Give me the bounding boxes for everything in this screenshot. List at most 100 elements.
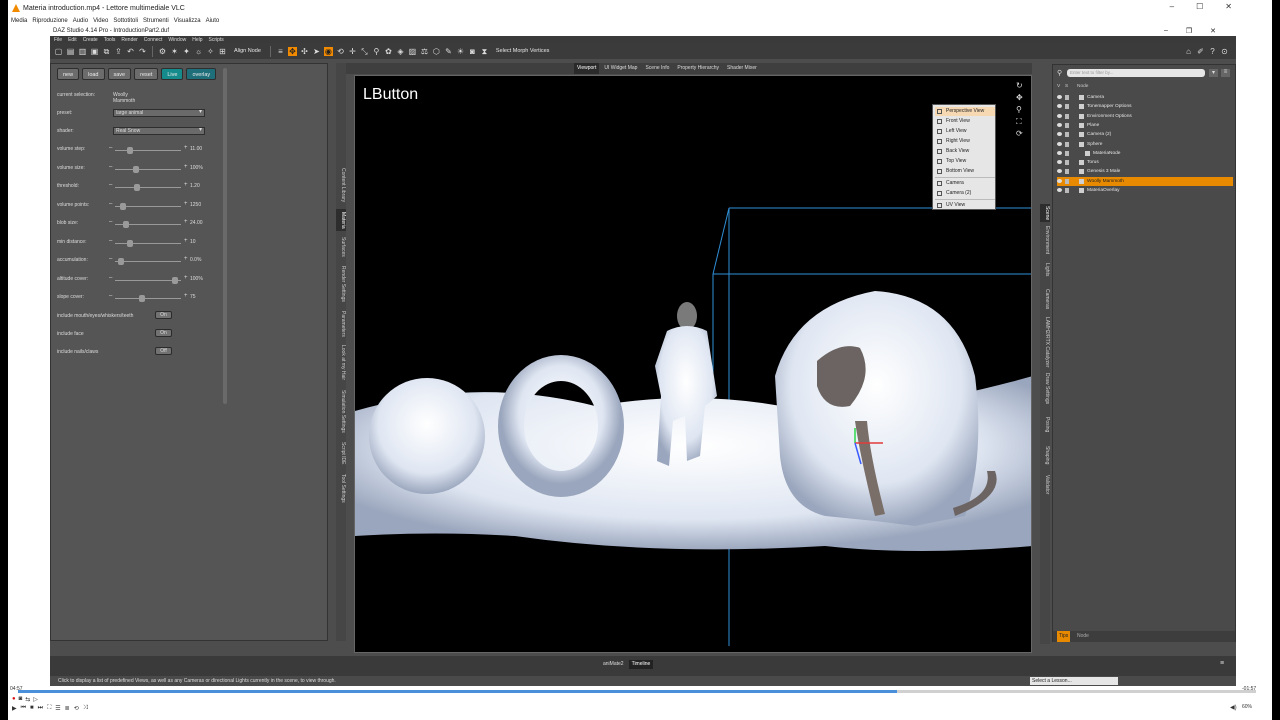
daz-close-icon[interactable]: ✕ (1210, 27, 1216, 35)
select-morph-vertices-label[interactable]: Select Morph Vertices (496, 48, 550, 54)
toggle-button[interactable]: Off (155, 347, 172, 355)
node-tab[interactable]: Node (1077, 631, 1089, 642)
right-tab[interactable]: Lights (1040, 258, 1050, 282)
view-menu-item[interactable]: Top View (935, 157, 995, 166)
visibility-eye-icon[interactable] (1057, 122, 1062, 127)
render-icon[interactable]: ✶ (170, 47, 179, 56)
universal-tool-icon[interactable]: ✣ (300, 47, 309, 56)
slider-thumb[interactable] (127, 239, 133, 247)
right-tab[interactable]: Scene (1040, 204, 1050, 222)
left-tab[interactable]: Simulation Settings (336, 385, 346, 437)
selectable-hand-icon[interactable] (1065, 188, 1069, 193)
daz-menu-scripts[interactable]: Scripts (209, 37, 224, 43)
toggle-button[interactable]: On (155, 329, 172, 337)
scale-tool-icon[interactable]: ⤡ (360, 47, 369, 56)
left-tab[interactable]: Materia (336, 209, 346, 231)
daz-restore-icon[interactable]: ❐ (1186, 27, 1192, 35)
preset-select[interactable]: large animal (113, 109, 205, 117)
maximize-icon[interactable]: ☐ (1196, 2, 1203, 11)
iray-preview-icon[interactable]: ☼ (194, 47, 203, 56)
selectable-hand-icon[interactable] (1065, 141, 1069, 147)
node-weight-icon[interactable]: ⚖ (420, 47, 429, 56)
view-menu-item[interactable]: Bottom View (935, 167, 995, 176)
vlc-menu-aiuto[interactable]: Aiuto (206, 18, 220, 24)
slider-plus-icon[interactable]: + (184, 201, 188, 207)
view-menu-item[interactable]: Left View (935, 127, 995, 136)
materia-save-button[interactable]: save (107, 68, 132, 80)
left-tab[interactable]: Surfaces (336, 233, 346, 261)
snapshot-icon[interactable]: ◙ (19, 696, 23, 703)
joint-editor-icon[interactable]: ⚲ (372, 47, 381, 56)
selectable-hand-icon[interactable] (1065, 160, 1069, 166)
visibility-eye-icon[interactable] (1057, 141, 1062, 146)
minimize-icon[interactable]: – (1170, 2, 1174, 11)
redo-icon[interactable]: ↷ (138, 47, 147, 56)
slider-plus-icon[interactable]: + (184, 182, 188, 188)
view-menu-item[interactable]: Front View (935, 117, 995, 126)
fullscreen-icon[interactable]: ⛶ (47, 705, 51, 712)
selectable-hand-icon[interactable] (1065, 122, 1069, 128)
slider-minus-icon[interactable]: – (109, 201, 112, 207)
geometry-sculptor-icon[interactable]: ✎ (444, 47, 453, 56)
visibility-eye-icon[interactable] (1057, 169, 1062, 174)
slider-plus-icon[interactable]: + (184, 219, 188, 225)
close-icon[interactable]: ✕ (1225, 2, 1232, 11)
visibility-eye-icon[interactable] (1057, 132, 1062, 137)
volume-level[interactable]: 60% (1242, 704, 1252, 710)
slider-plus-icon[interactable]: + (184, 256, 188, 262)
slider-minus-icon[interactable]: – (109, 238, 112, 244)
right-tab[interactable]: Shaping (1040, 442, 1050, 468)
pan-icon[interactable]: ✥ (1016, 92, 1026, 104)
materia-overlay-button[interactable]: overlay (186, 68, 217, 80)
view-menu-item[interactable]: Camera (2) (935, 189, 995, 198)
slider-minus-icon[interactable]: – (109, 256, 112, 262)
visibility-eye-icon[interactable] (1057, 150, 1062, 155)
visibility-eye-icon[interactable] (1057, 104, 1062, 109)
slider-value[interactable]: 100% (190, 276, 203, 282)
slider-thumb[interactable] (133, 165, 139, 173)
surface-selection-icon[interactable]: ✿ (384, 47, 393, 56)
slider-value[interactable]: 75 (190, 294, 196, 300)
vlc-menu-riproduzione[interactable]: Riproduzione (32, 18, 67, 24)
lesson-icon[interactable]: ⊙ (1220, 47, 1229, 56)
slider-value[interactable]: 1.20 (190, 183, 200, 189)
vlc-menu-visualizza[interactable]: Visualizza (174, 18, 201, 24)
left-tab[interactable]: Parameters (336, 307, 346, 341)
right-tab[interactable]: Environment (1040, 224, 1050, 256)
polygon-group-icon[interactable]: ⬡ (432, 47, 441, 56)
scene-node-row[interactable]: Camera (1057, 93, 1233, 102)
slider-track[interactable] (115, 202, 181, 210)
daz-menu-window[interactable]: Window (168, 37, 186, 43)
slider-track[interactable] (115, 221, 181, 228)
visibility-eye-icon[interactable] (1057, 160, 1062, 165)
viewport-tab[interactable]: UI Widget Map (601, 63, 640, 74)
volume-icon[interactable]: ◀) (1230, 704, 1237, 711)
translate-tool-icon[interactable]: ✛ (348, 47, 357, 56)
slider-value[interactable]: 11.00 (190, 146, 202, 152)
extended-settings-icon[interactable]: ☰ (55, 705, 60, 712)
slider-minus-icon[interactable]: – (109, 219, 112, 225)
spot-light-icon[interactable]: ☀ (456, 47, 465, 56)
visibility-eye-icon[interactable] (1057, 113, 1062, 118)
lesson-select[interactable]: Select a Lesson... (1030, 677, 1118, 685)
help-icon[interactable]: ? (1208, 47, 1217, 56)
visibility-eye-icon[interactable] (1057, 178, 1062, 183)
daz-menu-help[interactable]: Help (192, 37, 202, 43)
slider-plus-icon[interactable]: + (184, 275, 188, 281)
slider-plus-icon[interactable]: + (184, 238, 188, 244)
camera-tool-icon[interactable]: ✧ (206, 47, 215, 56)
shader-select[interactable]: Real Snow (113, 127, 205, 135)
region-nav-icon[interactable]: ▨ (408, 47, 417, 56)
left-tab[interactable]: Look at my Hair (336, 343, 346, 383)
spot-render-icon[interactable]: ✦ (182, 47, 191, 56)
materia-live-button[interactable]: Live (161, 68, 184, 80)
slider-track[interactable] (115, 147, 181, 154)
morph-vertex-icon[interactable]: ⧗ (480, 47, 489, 56)
selectable-hand-icon[interactable] (1065, 169, 1069, 175)
export-icon[interactable]: ⇪ (114, 47, 123, 56)
panel-menu-icon[interactable]: ≡ (1220, 660, 1224, 667)
play-icon[interactable]: ▶ (12, 705, 17, 712)
slider-minus-icon[interactable]: – (109, 275, 112, 281)
scene-node-row[interactable]: MateriaNode (1057, 149, 1233, 158)
slider-thumb[interactable] (123, 221, 130, 228)
